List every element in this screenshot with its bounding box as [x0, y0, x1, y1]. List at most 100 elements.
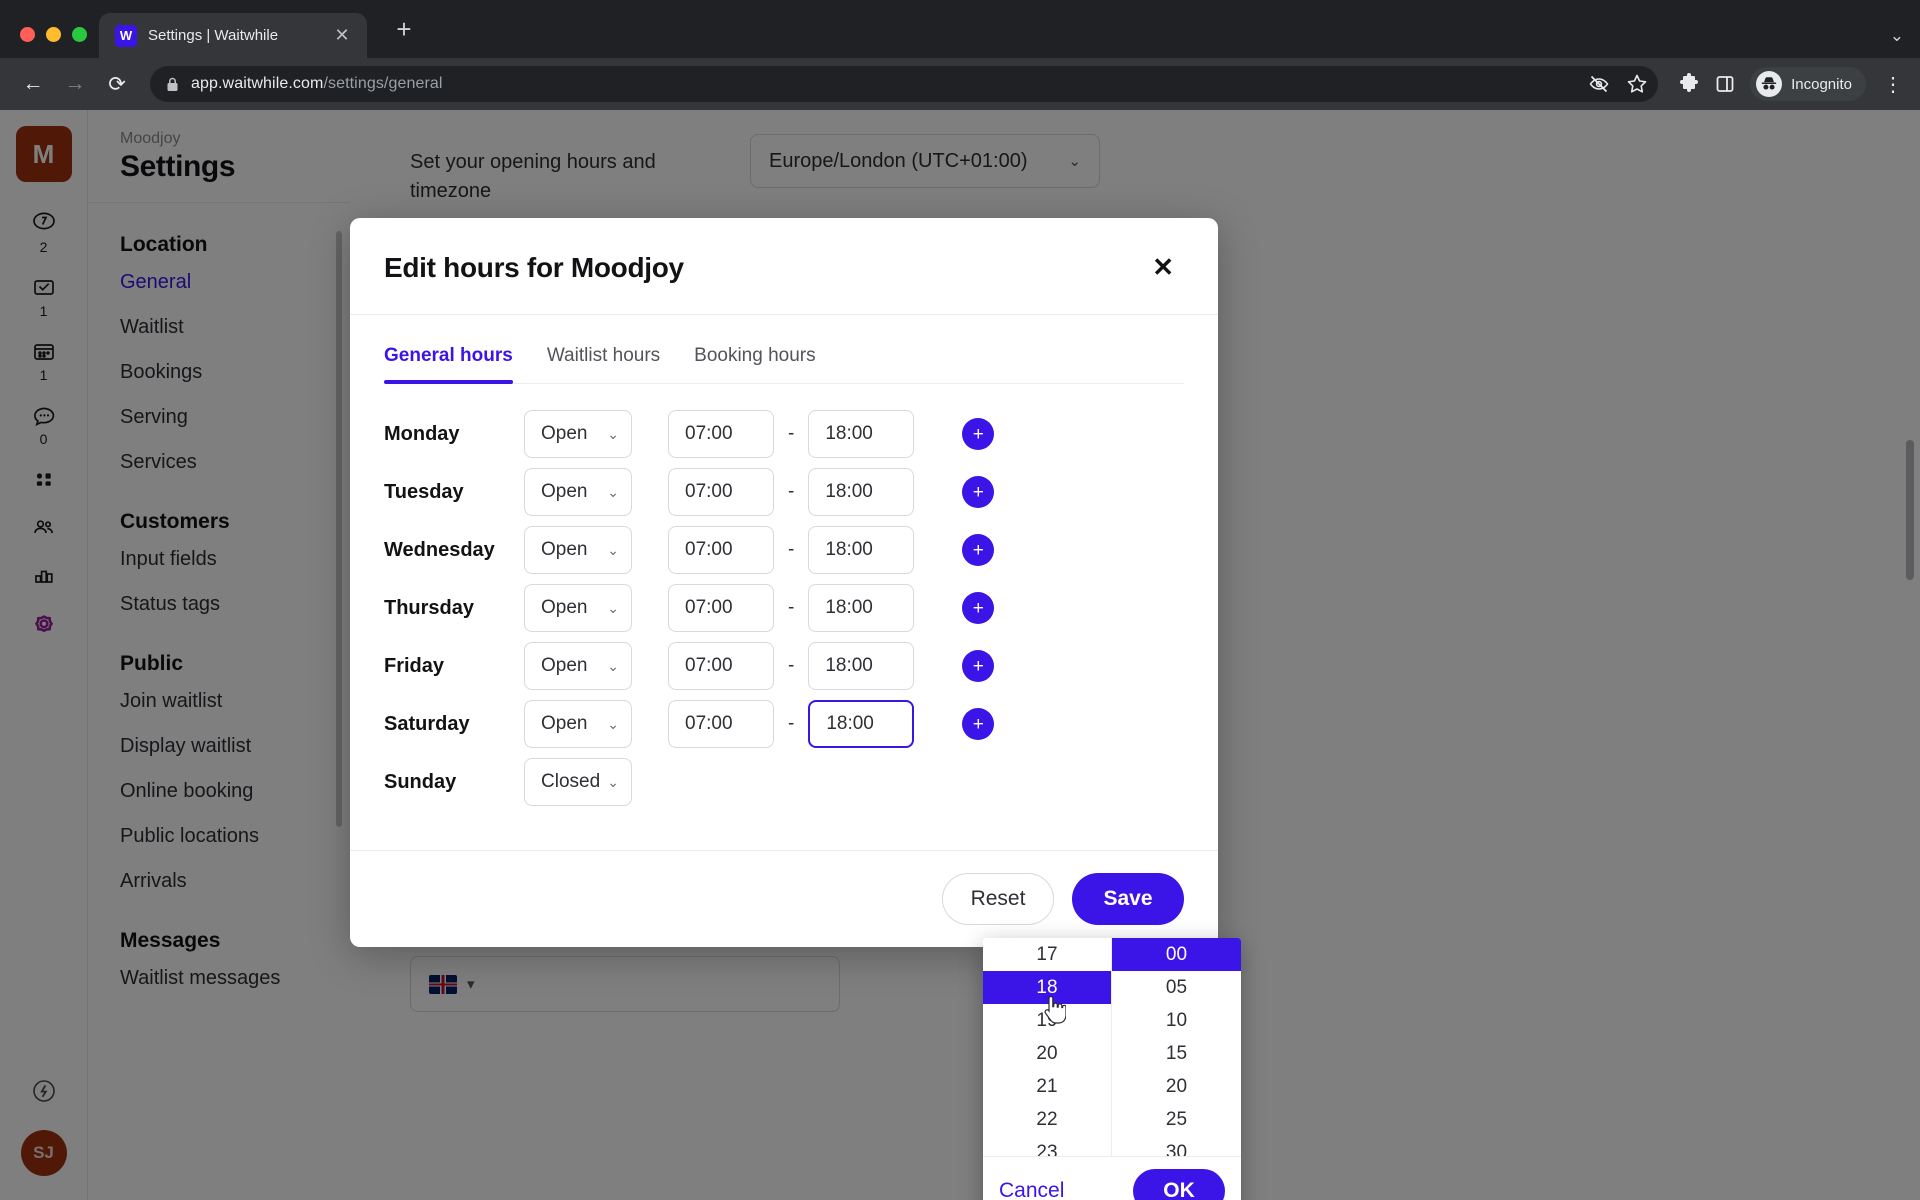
- close-time-saturday[interactable]: 18:00: [808, 700, 915, 748]
- browser-window: W Settings | Waitwhile ✕ + ⌄ ← → ⟳ app.w…: [0, 0, 1920, 1200]
- modal-body: General hours Waitlist hours Booking hou…: [350, 315, 1218, 850]
- range-separator: -: [788, 423, 795, 444]
- day-label-sunday: Sunday: [384, 770, 457, 793]
- back-button[interactable]: ←: [14, 65, 52, 103]
- omnibox-actions: [1588, 73, 1648, 95]
- close-time-tuesday[interactable]: 18:00: [808, 468, 915, 516]
- add-interval-tuesday[interactable]: +: [962, 476, 995, 508]
- status-select-wednesday[interactable]: Open ⌄: [524, 526, 632, 574]
- url-text: app.waitwhile.com/settings/general: [191, 75, 443, 93]
- hour-option[interactable]: 19: [983, 1004, 1111, 1037]
- minute-option-selected[interactable]: 00: [1112, 938, 1241, 971]
- table-row: Thursday Open ⌄ 07:00 - 18:00 +: [384, 584, 1184, 632]
- add-interval-saturday[interactable]: +: [962, 708, 995, 740]
- time-range-friday: 07:00 - 18:00: [668, 642, 915, 690]
- address-bar[interactable]: app.waitwhile.com/settings/general: [150, 66, 1659, 102]
- open-time-thursday[interactable]: 07:00: [668, 584, 774, 632]
- hour-option[interactable]: 22: [983, 1103, 1111, 1136]
- chevron-down-icon: ⌄: [607, 657, 619, 674]
- status-select-monday[interactable]: Open ⌄: [524, 410, 632, 458]
- status-value-sunday: Closed: [541, 771, 601, 792]
- tab-strip: W Settings | Waitwhile ✕ + ⌄: [0, 0, 1920, 58]
- status-value-saturday: Open: [541, 713, 588, 734]
- waitwhile-favicon: W: [115, 24, 137, 47]
- status-value-tuesday: Open: [541, 481, 588, 502]
- close-time-wednesday[interactable]: 18:00: [808, 526, 915, 574]
- status-select-sunday[interactable]: Closed ⌄: [524, 758, 632, 806]
- reset-button[interactable]: Reset: [942, 873, 1054, 925]
- status-value-friday: Open: [541, 655, 588, 676]
- hour-option[interactable]: 21: [983, 1070, 1111, 1103]
- url-path: /settings/general: [323, 75, 443, 92]
- tab-list-chevron-icon[interactable]: ⌄: [1890, 26, 1904, 46]
- close-tab-icon[interactable]: ✕: [329, 23, 355, 49]
- close-time-thursday[interactable]: 18:00: [808, 584, 915, 632]
- hour-option[interactable]: 17: [983, 938, 1111, 971]
- app-viewport: M 2 1: [0, 110, 1920, 1200]
- time-range-wednesday: 07:00 - 18:00: [668, 526, 915, 574]
- minute-option[interactable]: 15: [1112, 1037, 1241, 1070]
- forward-button[interactable]: →: [56, 65, 94, 103]
- status-select-saturday[interactable]: Open ⌄: [524, 700, 632, 748]
- extensions-icon[interactable]: [1678, 73, 1700, 95]
- open-time-friday[interactable]: 07:00: [668, 642, 774, 690]
- minute-option[interactable]: 20: [1112, 1070, 1241, 1103]
- new-tab-button[interactable]: +: [387, 12, 421, 46]
- table-row: Tuesday Open ⌄ 07:00 - 18:00 +: [384, 468, 1184, 516]
- save-button[interactable]: Save: [1072, 873, 1184, 925]
- add-interval-wednesday[interactable]: +: [962, 534, 995, 566]
- incognito-label: Incognito: [1791, 75, 1852, 93]
- hour-option[interactable]: 20: [983, 1037, 1111, 1070]
- cancel-button[interactable]: Cancel: [999, 1179, 1064, 1200]
- incognito-profile-chip[interactable]: Incognito: [1750, 67, 1866, 101]
- tab-booking-hours[interactable]: Booking hours: [694, 345, 815, 383]
- close-time-friday[interactable]: 18:00: [808, 642, 915, 690]
- hour-column[interactable]: 17 18 19 20 21 22 23: [983, 938, 1112, 1156]
- table-row: Sunday Closed ⌄: [384, 758, 1184, 806]
- add-interval-monday[interactable]: +: [962, 418, 995, 450]
- open-time-monday[interactable]: 07:00: [668, 410, 774, 458]
- add-interval-thursday[interactable]: +: [962, 592, 995, 624]
- open-time-saturday[interactable]: 07:00: [668, 700, 774, 748]
- range-separator: -: [788, 597, 795, 618]
- chevron-down-icon: ⌄: [607, 483, 619, 500]
- star-icon[interactable]: [1626, 73, 1648, 95]
- minute-column[interactable]: 00 05 10 15 20 25 30: [1112, 938, 1241, 1156]
- minimize-window-button[interactable]: [46, 27, 61, 42]
- tab-title: Settings | Waitwhile: [148, 27, 279, 44]
- day-label-thursday: Thursday: [384, 596, 475, 619]
- range-separator: -: [788, 713, 795, 734]
- modal-tabs: General hours Waitlist hours Booking hou…: [384, 345, 1184, 384]
- hour-option-selected[interactable]: 18: [983, 971, 1111, 1004]
- hour-option[interactable]: 23: [983, 1136, 1111, 1157]
- close-time-monday[interactable]: 18:00: [808, 410, 915, 458]
- open-time-wednesday[interactable]: 07:00: [668, 526, 774, 574]
- add-interval-friday[interactable]: +: [962, 650, 995, 682]
- incognito-icon: [1756, 71, 1783, 97]
- status-select-friday[interactable]: Open ⌄: [524, 642, 632, 690]
- tab-waitlist-hours[interactable]: Waitlist hours: [547, 345, 660, 383]
- chevron-down-icon: ⌄: [607, 715, 619, 732]
- minute-option[interactable]: 25: [1112, 1103, 1241, 1136]
- side-panel-icon[interactable]: [1714, 73, 1736, 95]
- minute-option[interactable]: 10: [1112, 1004, 1241, 1037]
- reload-button[interactable]: ⟳: [98, 65, 136, 103]
- minute-option[interactable]: 05: [1112, 971, 1241, 1004]
- maximize-window-button[interactable]: [72, 27, 87, 42]
- eye-off-icon[interactable]: [1588, 73, 1610, 95]
- open-time-tuesday[interactable]: 07:00: [668, 468, 774, 516]
- time-range-thursday: 07:00 - 18:00: [668, 584, 915, 632]
- close-window-button[interactable]: [20, 27, 35, 42]
- day-label-friday: Friday: [384, 654, 445, 677]
- status-select-tuesday[interactable]: Open ⌄: [524, 468, 632, 516]
- kebab-menu-icon[interactable]: ⋮: [1880, 72, 1906, 97]
- minute-option[interactable]: 30: [1112, 1136, 1241, 1157]
- browser-tab[interactable]: W Settings | Waitwhile ✕: [99, 13, 367, 58]
- tab-general-hours[interactable]: General hours: [384, 345, 513, 384]
- status-select-thursday[interactable]: Open ⌄: [524, 584, 632, 632]
- url-domain: app.waitwhile.com: [191, 75, 324, 92]
- time-range-saturday: 07:00 - 18:00: [668, 700, 915, 748]
- time-range-monday: 07:00 - 18:00: [668, 410, 915, 458]
- close-icon[interactable]: ✕: [1148, 252, 1178, 282]
- ok-button[interactable]: OK: [1133, 1169, 1225, 1200]
